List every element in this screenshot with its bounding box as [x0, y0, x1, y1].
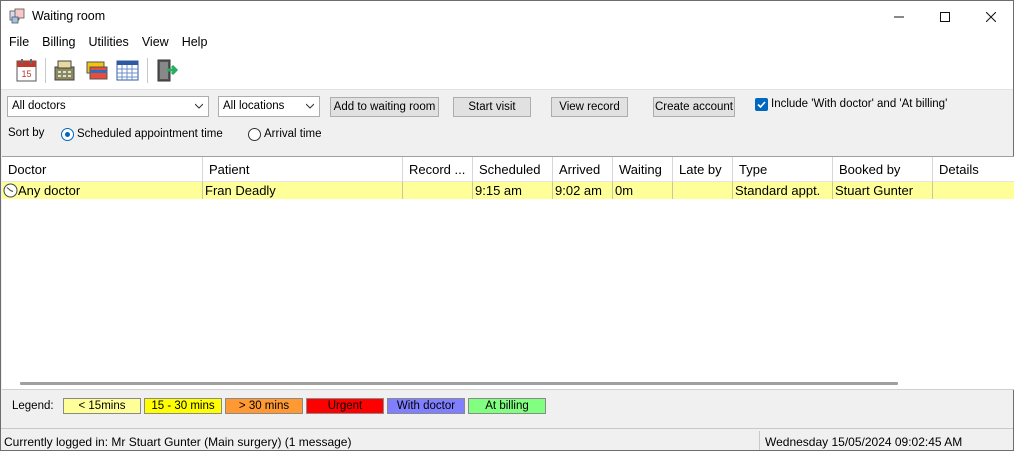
cards-icon[interactable]	[84, 58, 109, 83]
column-header-type[interactable]: Type	[733, 157, 833, 182]
status-bar: Currently logged in: Mr Stuart Gunter (M…	[1, 428, 1013, 450]
create-account-button[interactable]: Create account	[653, 97, 735, 117]
title-bar: Waiting room	[1, 1, 1013, 32]
location-select[interactable]: All locations	[218, 96, 320, 117]
column-header-booked-by[interactable]: Booked by	[833, 157, 933, 182]
datetime-status: Wednesday 15/05/2024 09:02:45 AM	[759, 431, 1013, 450]
toolbar-separator	[147, 58, 148, 83]
calendar-icon[interactable]: 15	[14, 58, 39, 83]
legend-label: Legend:	[12, 400, 54, 412]
cell-doctor-text: Any doctor	[18, 183, 81, 198]
sort-by-label: Sort by	[8, 127, 45, 139]
include-with-doctor-label: Include 'With doctor' and 'At billing'	[771, 98, 948, 110]
logged-in-status: Currently logged in: Mr Stuart Gunter (M…	[4, 435, 352, 449]
menu-view[interactable]: View	[135, 32, 175, 52]
cell-waiting: 0m	[613, 182, 673, 199]
close-button[interactable]	[968, 1, 1014, 32]
legend-urgent: Urgent	[306, 398, 384, 414]
maximize-button[interactable]	[922, 1, 968, 32]
sort-arrival-label: Arrival time	[264, 128, 322, 140]
column-header-waiting[interactable]: Waiting	[613, 157, 673, 182]
sort-scheduled-label: Scheduled appointment time	[77, 128, 223, 140]
waiting-room-window: Waiting room File Billing Utilities View…	[0, 0, 1014, 451]
column-header-scheduled[interactable]: Scheduled	[473, 157, 553, 182]
column-header-doctor[interactable]: Doctor	[2, 157, 203, 182]
sort-scheduled-radio[interactable]	[61, 128, 74, 141]
minimize-button[interactable]	[876, 1, 922, 32]
chevron-down-icon	[195, 103, 203, 109]
cash-register-icon[interactable]	[52, 58, 77, 83]
minimize-icon	[894, 16, 904, 17]
menu-bar: File Billing Utilities View Help	[1, 32, 1013, 52]
toolbar: 15	[1, 52, 1013, 90]
menu-file[interactable]: File	[2, 32, 35, 52]
schedule-grid-icon[interactable]	[115, 58, 140, 83]
location-select-value: All locations	[223, 100, 285, 112]
svg-text:15: 15	[21, 69, 31, 79]
close-icon	[986, 11, 996, 22]
checkmark-icon	[757, 101, 766, 109]
add-to-waiting-room-button[interactable]: Add to waiting room	[330, 97, 439, 117]
legend-under-15-mins: < 15mins	[63, 398, 141, 414]
maximize-icon	[940, 11, 950, 22]
menu-utilities[interactable]: Utilities	[82, 32, 135, 52]
chevron-down-icon	[306, 103, 314, 109]
column-header-record[interactable]: Record ...	[403, 157, 473, 182]
table-row[interactable]: Any doctor Fran Deadly 9:15 am 9:02 am 0…	[2, 182, 1014, 199]
menu-billing[interactable]: Billing	[35, 32, 81, 52]
column-header-late-by[interactable]: Late by	[673, 157, 733, 182]
waiting-list-grid: Doctor Patient Record ... Scheduled Arri…	[2, 156, 1014, 390]
column-header-details[interactable]: Details	[933, 157, 1014, 182]
sort-arrival-radio[interactable]	[248, 128, 261, 141]
app-icon	[9, 8, 25, 24]
cell-record	[403, 182, 473, 199]
cell-booked-by: Stuart Gunter	[833, 182, 933, 199]
cell-late-by	[673, 182, 733, 199]
cell-details	[933, 182, 1014, 199]
grid-header: Doctor Patient Record ... Scheduled Arri…	[2, 157, 1014, 182]
include-with-doctor-checkbox[interactable]	[755, 98, 768, 111]
legend-with-doctor: With doctor	[387, 398, 465, 414]
start-visit-button[interactable]: Start visit	[453, 97, 531, 117]
legend-at-billing: At billing	[468, 398, 546, 414]
window-title: Waiting room	[32, 9, 106, 23]
cell-doctor: Any doctor	[2, 182, 203, 199]
clock-icon	[3, 183, 18, 198]
cell-patient: Fran Deadly	[203, 182, 403, 199]
column-header-arrived[interactable]: Arrived	[553, 157, 613, 182]
legend-15-30-mins: 15 - 30 mins	[144, 398, 222, 414]
exit-door-icon[interactable]	[154, 58, 179, 83]
view-record-button[interactable]: View record	[551, 97, 628, 117]
cell-type: Standard appt.	[733, 182, 833, 199]
menu-help[interactable]: Help	[175, 32, 214, 52]
column-header-patient[interactable]: Patient	[203, 157, 403, 182]
legend-over-30-mins: > 30 mins	[225, 398, 303, 414]
toolbar-separator	[45, 58, 46, 83]
horizontal-scrollbar[interactable]	[20, 382, 898, 385]
doctor-select[interactable]: All doctors	[7, 96, 209, 117]
cell-scheduled: 9:15 am	[473, 182, 553, 199]
cell-arrived: 9:02 am	[553, 182, 613, 199]
doctor-select-value: All doctors	[12, 100, 66, 112]
